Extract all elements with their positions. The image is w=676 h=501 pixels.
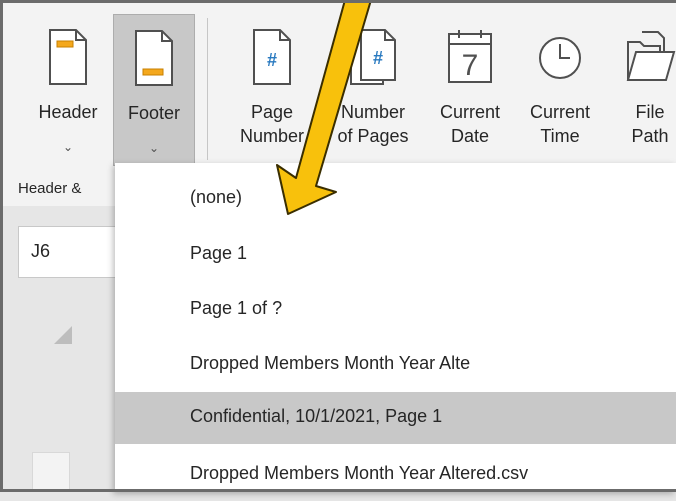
annotation-arrow-icon: [276, 0, 372, 215]
